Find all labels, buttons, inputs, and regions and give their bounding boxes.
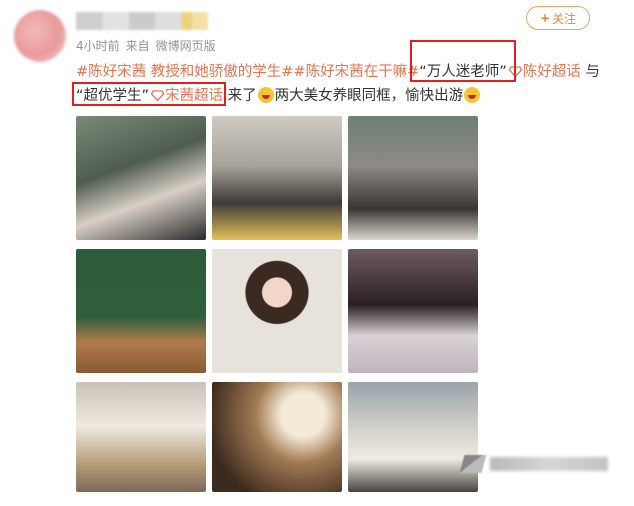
watermark-text-blurred [490,457,608,471]
follow-label: 关注 [552,11,577,26]
photo-seated-duo-2[interactable] [348,116,478,240]
photo-lecture-podium[interactable] [76,249,206,373]
photo-portrait-brand[interactable] [212,249,342,373]
conjunction-text: 与 [580,64,600,80]
source-prefix: 来自 [125,39,150,53]
hashtag-link-1[interactable]: #陈好宋茜 教授和她骄傲的学生# [76,64,293,80]
username-blurred[interactable] [76,12,208,30]
photo-street-white-jacket-1[interactable] [76,382,206,492]
photo-portrait-long-hair[interactable] [348,249,478,373]
grin-emoji-icon [464,87,481,103]
tail-text: 两大美女养眼同框，愉快出游 [274,88,464,104]
post-time[interactable]: 4小时前 [76,39,120,53]
photo-press-event[interactable] [212,116,342,240]
hashtag-link-2[interactable]: #陈好宋茜在干嘛# [293,64,419,80]
plus-icon: + [539,11,551,25]
post-meta: 4小时前 来自 微博网页版 [76,37,222,54]
photo-portrait-warm-light[interactable] [212,382,342,492]
watermark-logo-icon [459,455,487,473]
avatar[interactable] [14,10,66,62]
highlight-box-teacher [410,40,516,82]
image-grid [76,116,478,492]
suffix-text: 来了 [223,88,257,104]
watermark [459,452,612,476]
photo-street-white-jacket-2[interactable] [348,382,478,492]
photo-seated-duo-1[interactable] [76,116,206,240]
post-source[interactable]: 微博网页版 [156,39,216,53]
follow-button[interactable]: + 关注 [526,6,590,30]
laugh-emoji-icon [257,87,274,103]
highlight-box-student [72,82,226,106]
mention-chenhao[interactable]: 陈好超话 [523,64,581,80]
